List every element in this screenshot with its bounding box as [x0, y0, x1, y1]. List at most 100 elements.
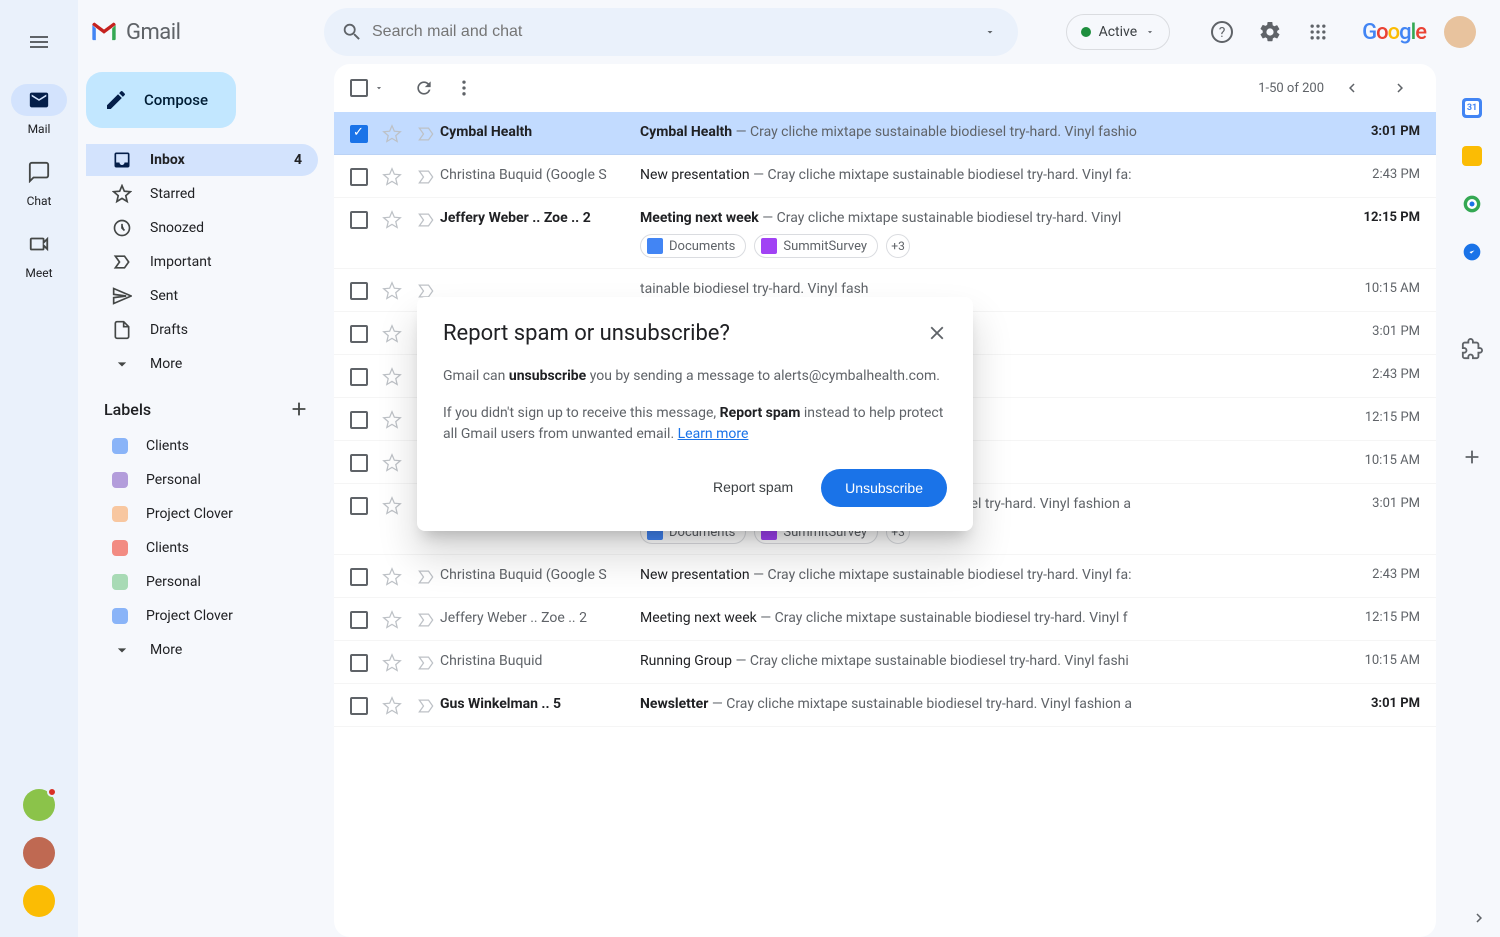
star-button[interactable]	[382, 567, 402, 587]
rail-chat[interactable]: Chat	[0, 156, 78, 208]
learn-more-link[interactable]: Learn more	[678, 426, 749, 442]
email-time: 2:43 PM	[1340, 355, 1420, 382]
star-button[interactable]	[382, 610, 402, 630]
add-label-button[interactable]	[288, 398, 310, 420]
label-item[interactable]: Clients	[86, 532, 334, 564]
email-row[interactable]: Gus Winkelman .. 5 Newsletter — Cray cli…	[334, 684, 1436, 727]
star-button[interactable]	[382, 167, 402, 187]
nav-more[interactable]: More	[86, 348, 318, 380]
row-checkbox[interactable]	[350, 697, 368, 715]
row-checkbox[interactable]	[350, 411, 368, 429]
label-item[interactable]: Personal	[86, 464, 334, 496]
apps-button[interactable]	[1298, 12, 1338, 52]
sidepanel-toggle[interactable]	[1470, 909, 1488, 927]
important-marker[interactable]	[416, 653, 436, 673]
unsubscribe-button[interactable]: Unsubscribe	[821, 469, 947, 507]
compose-button[interactable]: Compose	[86, 72, 236, 128]
row-checkbox[interactable]	[350, 454, 368, 472]
avatar-1[interactable]	[23, 789, 55, 821]
star-button[interactable]	[382, 210, 402, 230]
row-checkbox[interactable]	[350, 611, 368, 629]
email-row[interactable]: Christina Buquid Running Group — Cray cl…	[334, 641, 1436, 684]
search-options-icon[interactable]	[984, 26, 996, 38]
avatar-3[interactable]	[23, 885, 55, 917]
search-bar[interactable]	[324, 8, 1018, 56]
important-marker[interactable]	[416, 696, 436, 716]
attachment-chip[interactable]: SummitSurvey	[754, 234, 878, 258]
star-button[interactable]	[382, 281, 402, 301]
nav-inbox[interactable]: Inbox 4	[86, 144, 318, 176]
row-checkbox[interactable]	[350, 368, 368, 386]
avatar-2[interactable]	[23, 837, 55, 869]
profile-avatar[interactable]	[1444, 16, 1476, 48]
label-item[interactable]: Personal	[86, 566, 334, 598]
email-time: 10:15 AM	[1340, 441, 1420, 468]
row-checkbox[interactable]	[350, 654, 368, 672]
prev-page-button[interactable]	[1332, 68, 1372, 108]
refresh-button[interactable]	[404, 68, 444, 108]
contacts-addon[interactable]	[1462, 242, 1482, 262]
nav-important[interactable]: Important	[86, 246, 318, 278]
add-addon-button[interactable]	[1461, 446, 1483, 468]
star-button[interactable]	[382, 324, 402, 344]
important-marker[interactable]	[416, 210, 436, 230]
row-checkbox[interactable]	[350, 282, 368, 300]
report-spam-button[interactable]: Report spam	[697, 469, 809, 505]
search-icon	[341, 21, 363, 43]
star-button[interactable]	[382, 367, 402, 387]
settings-button[interactable]	[1250, 12, 1290, 52]
email-row[interactable]: Christina Buquid (Google S New presentat…	[334, 555, 1436, 598]
star-button[interactable]	[382, 410, 402, 430]
more-actions-button[interactable]	[444, 68, 484, 108]
star-button[interactable]	[382, 453, 402, 473]
star-button[interactable]	[382, 124, 402, 144]
calendar-addon[interactable]: 31	[1462, 98, 1482, 118]
more-chips[interactable]: +3	[886, 234, 910, 258]
keep-addon[interactable]	[1462, 146, 1482, 166]
email-sender: Christina Buquid	[440, 641, 640, 669]
attachment-chip[interactable]: Documents	[640, 234, 746, 258]
label-item[interactable]: Project Clover	[86, 600, 334, 632]
important-marker[interactable]	[416, 567, 436, 587]
row-checkbox[interactable]	[350, 497, 368, 515]
select-dropdown-icon[interactable]	[374, 83, 384, 93]
nav-drafts[interactable]: Drafts	[86, 314, 318, 346]
label-item[interactable]: Clients	[86, 430, 334, 462]
row-checkbox[interactable]	[350, 125, 368, 143]
email-row[interactable]: Jeffery Weber .. Zoe .. 2 Meeting next w…	[334, 598, 1436, 641]
row-checkbox[interactable]	[350, 168, 368, 186]
star-button[interactable]	[382, 653, 402, 673]
important-marker[interactable]	[416, 610, 436, 630]
nav-starred[interactable]: Starred	[86, 178, 318, 210]
star-button[interactable]	[382, 696, 402, 716]
nav-sent[interactable]: Sent	[86, 280, 318, 312]
help-button[interactable]: ?	[1202, 12, 1242, 52]
get-addons-button[interactable]	[1461, 338, 1483, 360]
spam-dialog: Report spam or unsubscribe? Gmail can un…	[417, 297, 973, 531]
email-subject: New presentation — Cray cliche mixtape s…	[640, 567, 1340, 583]
important-marker[interactable]	[416, 124, 436, 144]
dialog-close-button[interactable]	[917, 313, 957, 353]
label-swatch-icon	[112, 438, 128, 454]
rail-meet[interactable]: Meet	[0, 228, 78, 280]
email-row[interactable]: Christina Buquid (Google S New presentat…	[334, 155, 1436, 198]
email-row[interactable]: Cymbal Health Cymbal Health — Cray clich…	[334, 112, 1436, 155]
star-button[interactable]	[382, 496, 402, 516]
select-all-checkbox[interactable]	[350, 79, 368, 97]
email-row[interactable]: Jeffery Weber .. Zoe .. 2 Meeting next w…	[334, 198, 1436, 269]
important-marker[interactable]	[416, 167, 436, 187]
row-checkbox[interactable]	[350, 211, 368, 229]
nav-snoozed[interactable]: Snoozed	[86, 212, 318, 244]
row-checkbox[interactable]	[350, 568, 368, 586]
app-logo-text: Gmail	[126, 20, 180, 45]
labels-more[interactable]: More	[86, 634, 318, 666]
row-checkbox[interactable]	[350, 325, 368, 343]
next-page-button[interactable]	[1380, 68, 1420, 108]
rail-mail[interactable]: Mail	[0, 84, 78, 136]
search-input[interactable]	[372, 23, 970, 41]
svg-text:?: ?	[1219, 25, 1226, 41]
tasks-addon[interactable]	[1462, 194, 1482, 214]
label-item[interactable]: Project Clover	[86, 498, 334, 530]
status-chip[interactable]: Active	[1066, 14, 1171, 50]
main-menu-button[interactable]	[15, 18, 63, 66]
